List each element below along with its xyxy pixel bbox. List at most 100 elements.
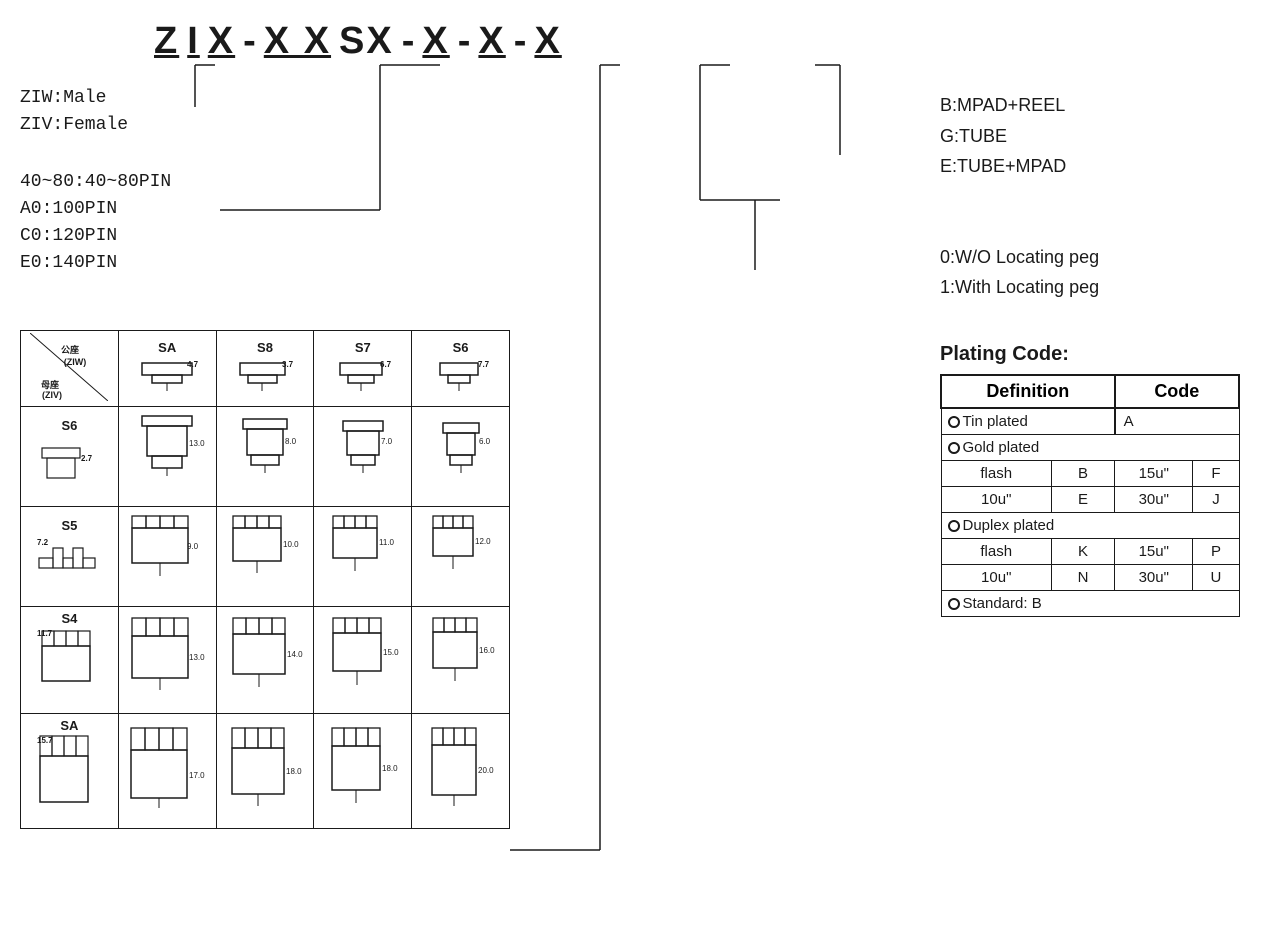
row-label-s5: S5 7.2: [21, 507, 119, 607]
row-label-s6: S6 2.7: [21, 407, 119, 507]
duplex-flash-label: flash: [941, 538, 1051, 564]
cell-s6-s8: 8.0: [216, 407, 314, 507]
duplex-row-2: 10u" N 30u" U: [941, 564, 1239, 590]
svg-text:6.0: 6.0: [479, 437, 491, 446]
row-label-s4: S4 11.7: [21, 607, 119, 714]
connector-s5-sa: 9.0: [127, 511, 207, 599]
connector-s6-s6: 6.0: [421, 411, 501, 499]
gold-flash-label: flash: [941, 460, 1051, 486]
duplex-10u-code: N: [1051, 564, 1114, 590]
svg-text:2.7: 2.7: [81, 454, 93, 463]
pn-dash4: -: [510, 20, 531, 63]
plating-header-definition: Definition: [941, 375, 1115, 408]
s7-header-drawing: 6.7: [328, 355, 398, 395]
cell-s4-sa: 13.0: [118, 607, 216, 714]
ziw-label: ZIW:Male: [20, 85, 171, 112]
duplex-15u-code: P: [1193, 538, 1239, 564]
connector-s5-s6: 12.0: [421, 511, 501, 599]
plating-header-code: Code: [1115, 375, 1239, 408]
svg-text:17.0: 17.0: [189, 771, 205, 780]
connector-s4-s6: 16.0: [421, 615, 501, 703]
ziv-label: ZIV:Female: [20, 112, 171, 139]
pin-40-80: 40~80:40~80PIN: [20, 169, 171, 196]
connector-sa-s7: 18.0: [323, 726, 403, 814]
sa-row-svg: 15.7: [37, 733, 102, 821]
connector-s5-s7: 11.0: [323, 511, 403, 599]
connector-s6-s8: 8.0: [225, 411, 305, 499]
svg-text:15.0: 15.0: [383, 648, 399, 657]
col-header-s7: S7 6.7: [314, 331, 412, 407]
gold-plated-label: Gold plated: [941, 434, 1239, 460]
row-label-sa: SA 15.7: [21, 714, 119, 829]
connector-sa-s6: 20.0: [421, 726, 501, 814]
standard-circle: [948, 598, 960, 610]
pin-e0: E0:140PIN: [20, 250, 171, 277]
pkg-b: B:MPAD+REEL: [940, 90, 1260, 121]
connector-s4-sa: 13.0: [127, 615, 207, 703]
pn-xx: X X: [260, 20, 335, 63]
svg-text:4.7: 4.7: [187, 360, 199, 369]
svg-text:8.0: 8.0: [285, 437, 297, 446]
connector-s4-s7: 15.0: [323, 615, 403, 703]
svg-text:11.0: 11.0: [379, 538, 395, 547]
locating-block: 0:W/O Locating peg 1:With Locating peg: [940, 242, 1260, 303]
connector-sa-s8: 18.0: [225, 726, 305, 814]
pn-x3: X: [474, 20, 509, 63]
pin-c0: C0:120PIN: [20, 223, 171, 250]
connector-s6-sa: 13.0: [127, 411, 207, 499]
cell-sa-s8: 18.0: [216, 714, 314, 829]
cell-s5-s8: 10.0: [216, 507, 314, 607]
type-label-group: ZIW:Male ZIV:Female: [20, 85, 171, 139]
col-header-s6: S6 7.7: [412, 331, 510, 407]
svg-text:20.0: 20.0: [478, 766, 494, 775]
svg-text:7.2: 7.2: [37, 538, 49, 547]
gold-30u-label: 30u": [1115, 486, 1193, 512]
pn-x4: X: [530, 20, 565, 63]
gold-row-2: 10u" E 30u" J: [941, 486, 1239, 512]
cell-s4-s8: 14.0: [216, 607, 314, 714]
matrix-diagonal-header: 公座 (ZIW) 母座 (ZIV): [21, 331, 119, 407]
pn-i: I: [183, 20, 204, 63]
pn-x2: X: [418, 20, 453, 63]
s5-row-svg: 7.2: [37, 533, 102, 593]
s4-row-svg: 11.7: [37, 626, 102, 706]
connector-s6-s7: 7.0: [323, 411, 403, 499]
cell-sa-sa: 17.0: [118, 714, 216, 829]
svg-text:3.7: 3.7: [282, 360, 294, 369]
part-number-display: Z I X - X X SX - X - X - X: [150, 20, 566, 63]
sa-header-drawing: 4.7: [132, 355, 202, 395]
cell-s4-s7: 15.0: [314, 607, 412, 714]
locating-1: 1:With Locating peg: [940, 272, 1260, 303]
gold-10u-code: E: [1051, 486, 1114, 512]
connector-sa-sa: 17.0: [127, 726, 207, 814]
connector-s5-s8: 10.0: [225, 511, 305, 599]
svg-text:18.0: 18.0: [286, 767, 302, 776]
svg-text:11.7: 11.7: [37, 629, 53, 638]
svg-text:12.0: 12.0: [475, 537, 491, 546]
duplex-row-1: flash K 15u" P: [941, 538, 1239, 564]
duplex-10u-label: 10u": [941, 564, 1051, 590]
duplex-15u-label: 15u": [1115, 538, 1193, 564]
left-labels: ZIW:Male ZIV:Female 40~80:40~80PIN A0:10…: [20, 85, 171, 295]
pn-sx: SX: [335, 20, 398, 63]
col-header-sa: SA 4.7: [118, 331, 216, 407]
svg-text:公座: 公座: [61, 344, 79, 355]
cell-s4-s6: 16.0: [412, 607, 510, 714]
svg-text:15.7: 15.7: [37, 736, 53, 745]
svg-text:13.0: 13.0: [189, 439, 205, 448]
s6-row-svg: 2.7: [37, 433, 102, 493]
matrix-container: 公座 (ZIW) 母座 (ZIV) SA 4.7: [20, 330, 510, 829]
gold-circle: [948, 442, 960, 454]
pn-dash3: -: [454, 20, 475, 63]
packaging-block: B:MPAD+REEL G:TUBE E:TUBE+MPAD: [940, 90, 1260, 182]
standard-row: Standard: B: [941, 590, 1239, 616]
plating-title: Plating Code:: [940, 343, 1260, 366]
cell-s6-s6: 6.0: [412, 407, 510, 507]
gold-row-1: flash B 15u" F: [941, 460, 1239, 486]
svg-text:(ZIV): (ZIV): [42, 390, 62, 400]
diagonal-line-svg: 公座 (ZIW) 母座 (ZIV): [30, 333, 108, 401]
svg-text:9.0: 9.0: [187, 542, 199, 551]
matrix-row-s5: S5 7.2: [21, 507, 510, 607]
svg-text:14.0: 14.0: [287, 650, 303, 659]
duplex-30u-code: U: [1193, 564, 1239, 590]
